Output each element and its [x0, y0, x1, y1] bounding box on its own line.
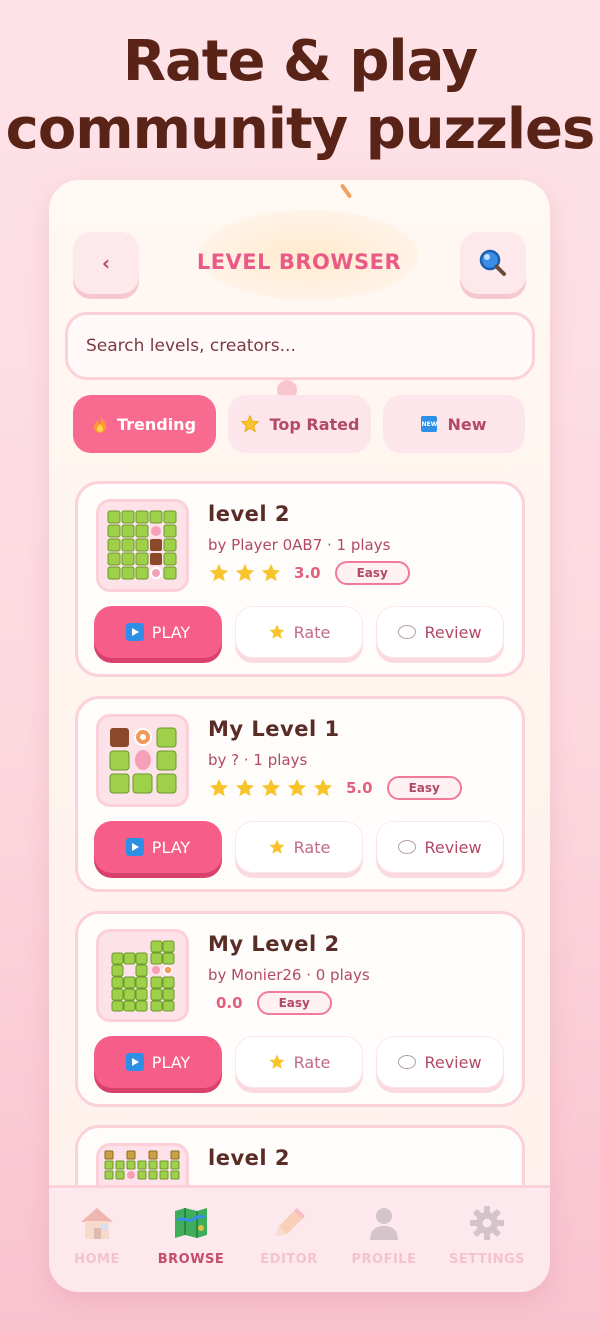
- new-badge-icon: NEW: [421, 416, 438, 432]
- level-meta: by ? · 1 plays: [208, 751, 308, 769]
- star-icon: [209, 778, 229, 797]
- review-label: Review: [424, 837, 482, 857]
- star-icon: [269, 624, 285, 639]
- difficulty-badge: Easy: [386, 776, 462, 800]
- map-icon: [175, 1208, 207, 1238]
- level-meta: by Player 0AB7 · 1 plays: [208, 536, 391, 554]
- nav-item-browse[interactable]: BROWSE: [143, 1202, 239, 1267]
- play-icon: [125, 623, 144, 641]
- play-icon: [125, 1053, 144, 1071]
- level-name: level 2: [208, 502, 290, 526]
- page-title: LEVEL BROWSER: [196, 250, 402, 274]
- nav-item-home[interactable]: HOME: [49, 1202, 145, 1267]
- nav-label-profile: PROFILE: [351, 1252, 417, 1267]
- nav-label-browse: BROWSE: [157, 1252, 225, 1267]
- level-thumbnail: [96, 929, 189, 1022]
- fire-icon: [93, 416, 106, 433]
- speech-bubble-icon: [398, 625, 417, 639]
- bottom-navigation: HOME BROWSE EDITOR PROFILE SETTINGS: [49, 1185, 550, 1292]
- headline-line-1: Rate & play: [122, 29, 478, 94]
- magnifier-icon: [479, 249, 506, 276]
- nav-item-editor[interactable]: EDITOR: [241, 1202, 337, 1267]
- star-icon: [287, 778, 307, 797]
- level-name: My Level 1: [208, 717, 340, 741]
- level-meta: by Monier26 · 0 plays: [208, 966, 370, 984]
- play-button[interactable]: PLAY: [94, 821, 222, 873]
- level-thumbnail: [96, 714, 189, 807]
- level-name: level 2: [208, 1146, 290, 1170]
- nav-label-home: HOME: [74, 1252, 120, 1267]
- review-label: Review: [424, 622, 482, 642]
- tab-new-label: New: [447, 414, 487, 434]
- star-icon: [269, 839, 285, 854]
- puzzle-grid-icon: [109, 727, 176, 793]
- tab-trending-label: Trending: [116, 414, 197, 434]
- star-icon: [209, 563, 229, 582]
- tab-trending[interactable]: Trending: [73, 395, 216, 453]
- level-card[interactable]: My Level 2 by Monier26 · 0 plays 0.0 Eas…: [75, 911, 525, 1107]
- play-button[interactable]: PLAY: [94, 1036, 222, 1088]
- play-label: PLAY: [151, 1052, 191, 1072]
- star-icon: [261, 563, 281, 582]
- puzzle-grid-icon: [104, 1150, 179, 1180]
- review-label: Review: [424, 1052, 482, 1072]
- level-card[interactable]: level 2 by Player 0AB7 · 1 plays 3.0 Eas…: [75, 481, 525, 677]
- rating-row: 0.0 Easy: [208, 990, 332, 1016]
- rating-row: 3.0 Easy: [208, 560, 410, 586]
- play-label: PLAY: [151, 837, 191, 857]
- rating-value: 3.0: [294, 564, 321, 582]
- difficulty-badge: Easy: [256, 991, 332, 1015]
- phone-screen: ‹ LEVEL BROWSER Trending Top Rated NEW N…: [49, 180, 550, 1292]
- rating-row: 5.0 Easy: [208, 775, 462, 801]
- search-button[interactable]: [460, 232, 526, 294]
- review-button[interactable]: Review: [376, 821, 504, 873]
- level-card[interactable]: My Level 1 by ? · 1 plays 5.0 Easy PLAY …: [75, 696, 525, 892]
- level-name: My Level 2: [208, 932, 340, 956]
- rate-label: Rate: [293, 837, 331, 857]
- rate-label: Rate: [293, 1052, 331, 1072]
- review-button[interactable]: Review: [376, 606, 504, 658]
- review-button[interactable]: Review: [376, 1036, 504, 1088]
- speech-bubble-icon: [398, 840, 417, 854]
- star-icon: [313, 778, 333, 797]
- star-icon: [261, 778, 281, 797]
- difficulty-badge: Easy: [334, 561, 410, 585]
- rate-button[interactable]: Rate: [235, 606, 363, 658]
- headline-line-2: community puzzles: [5, 97, 596, 162]
- star-icon: [235, 563, 255, 582]
- back-chevron-icon: ‹: [101, 251, 111, 275]
- rate-label: Rate: [293, 622, 331, 642]
- pencil-icon: [275, 1208, 305, 1236]
- back-button[interactable]: ‹: [73, 232, 139, 294]
- level-thumbnail: [96, 499, 189, 592]
- search-input[interactable]: [65, 312, 535, 380]
- rate-button[interactable]: Rate: [235, 1036, 363, 1088]
- promo-headline: Rate & play community puzzles: [0, 28, 600, 164]
- rating-value: 0.0: [216, 994, 243, 1012]
- star-icon: [240, 414, 259, 433]
- star-icon: [269, 1054, 285, 1069]
- person-icon: [370, 1208, 398, 1240]
- speech-bubble-icon: [398, 1055, 417, 1069]
- nav-item-settings[interactable]: SETTINGS: [439, 1202, 535, 1267]
- tab-top-rated-label: Top Rated: [269, 414, 360, 434]
- tab-new[interactable]: NEW New: [383, 395, 525, 453]
- house-icon: [81, 1208, 113, 1239]
- puzzle-grid-icon: [111, 940, 174, 1011]
- tab-top-rated[interactable]: Top Rated: [228, 395, 371, 453]
- rate-button[interactable]: Rate: [235, 821, 363, 873]
- nav-label-editor: EDITOR: [260, 1252, 318, 1267]
- confetti-decoration: [339, 183, 353, 199]
- nav-item-profile[interactable]: PROFILE: [336, 1202, 432, 1267]
- nav-label-settings: SETTINGS: [448, 1252, 526, 1267]
- rating-value: 5.0: [346, 779, 373, 797]
- puzzle-grid-icon: [107, 510, 176, 579]
- play-button[interactable]: PLAY: [94, 606, 222, 658]
- play-icon: [125, 838, 144, 856]
- star-icon: [235, 778, 255, 797]
- gear-icon: [470, 1206, 504, 1240]
- play-label: PLAY: [151, 622, 191, 642]
